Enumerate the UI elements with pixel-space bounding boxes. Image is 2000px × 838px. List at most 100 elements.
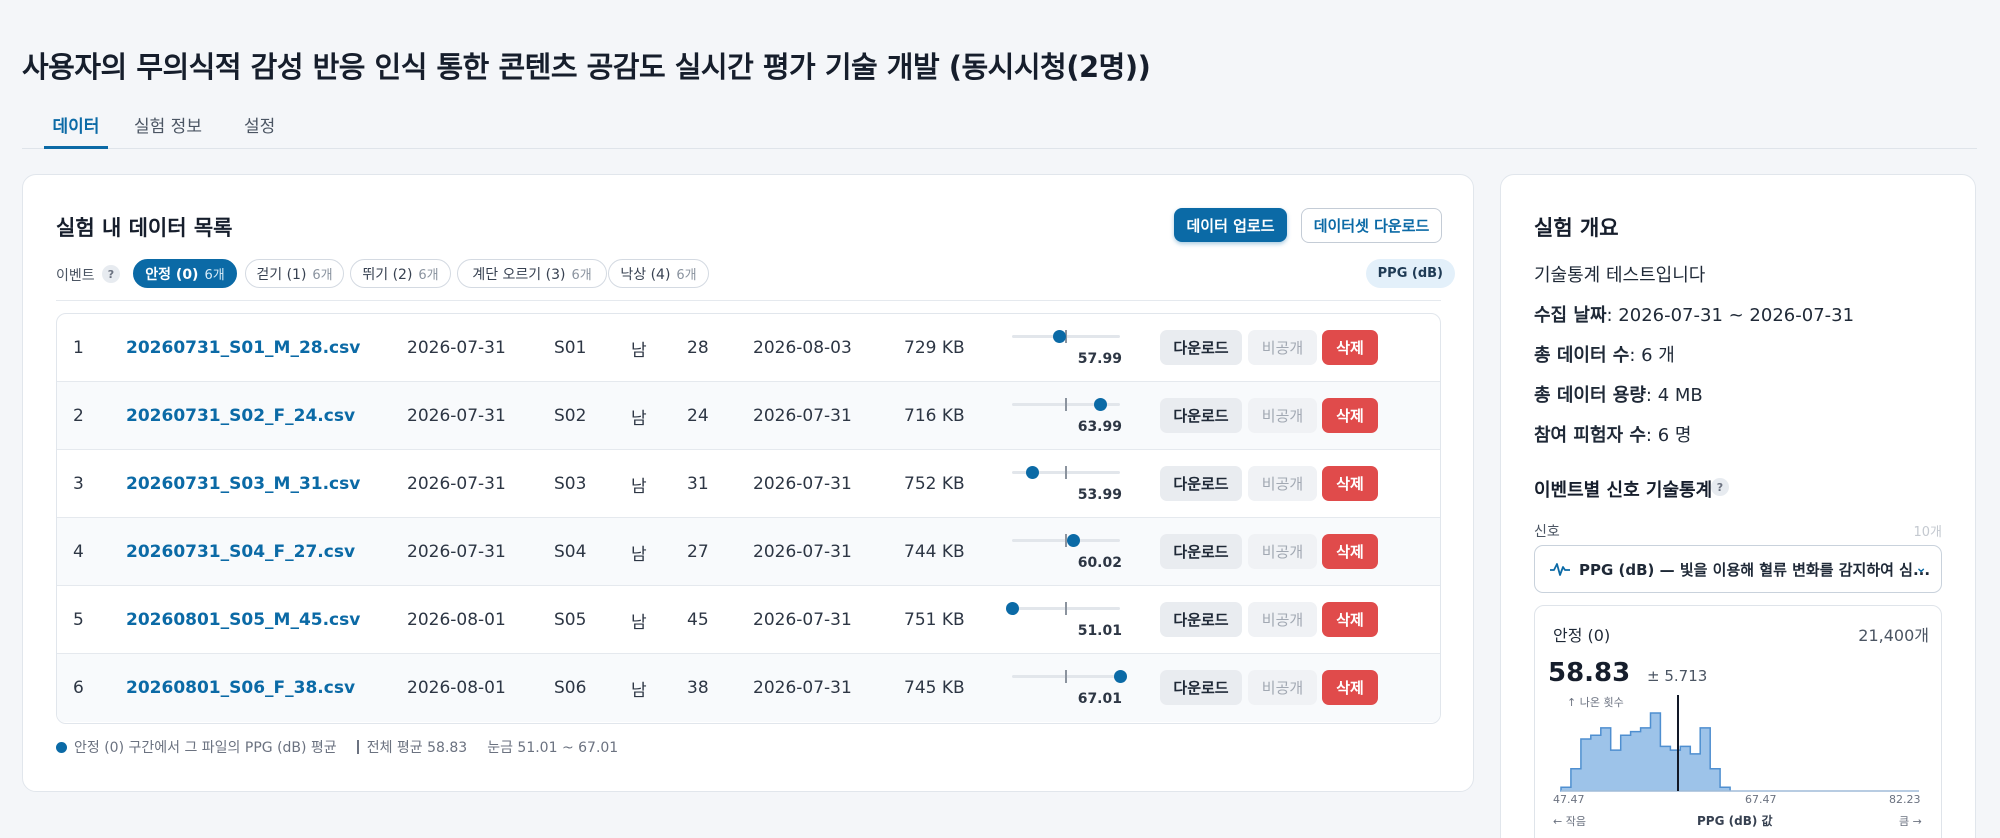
private-toggle-button[interactable]: 비공개 bbox=[1248, 398, 1317, 433]
signal-badge: PPG (dB) bbox=[1365, 259, 1455, 288]
delete-file-button[interactable]: 삭제 bbox=[1322, 670, 1378, 705]
upload-data-button[interactable]: 데이터 업로드 bbox=[1174, 208, 1287, 242]
mean-indicator: 60.02 bbox=[1012, 530, 1122, 576]
overview-field-subjects: 참여 피험자 수: 6 명 bbox=[1534, 421, 1691, 447]
help-icon[interactable]: ? bbox=[1711, 478, 1729, 496]
private-toggle-button[interactable]: 비공개 bbox=[1248, 330, 1317, 365]
file-name-link[interactable]: 20260731_S02_F_24.csv bbox=[126, 382, 355, 450]
signal-select[interactable]: PPG (dB) — 빛을 이용해 혈류 변화를 감지하여 심... ⌄ bbox=[1534, 545, 1942, 593]
file-mean-value: 60.02 bbox=[1077, 555, 1122, 571]
mean-indicator: 57.99 bbox=[1012, 326, 1122, 372]
download-file-button[interactable]: 다운로드 bbox=[1160, 398, 1242, 433]
download-file-button[interactable]: 다운로드 bbox=[1160, 670, 1242, 705]
event-chip-stairs[interactable]: 계단 오르기 (3) 6개 bbox=[457, 259, 607, 288]
event-chip-fall[interactable]: 낙상 (4) 6개 bbox=[608, 259, 709, 288]
file-name-link[interactable]: 20260801_S06_F_38.csv bbox=[126, 654, 355, 722]
page-title: 사용자의 무의식적 감성 반응 인식 통한 콘텐츠 공감도 실시간 평가 기술 … bbox=[22, 50, 1151, 84]
file-mean-dot bbox=[1006, 602, 1019, 615]
private-toggle-button[interactable]: 비공개 bbox=[1248, 466, 1317, 501]
histogram-x-mid: 67.47 bbox=[1745, 793, 1777, 806]
histogram-x-max: 82.23 bbox=[1889, 793, 1921, 806]
download-file-button[interactable]: 다운로드 bbox=[1160, 534, 1242, 569]
table-legend: 안정 (0) 구간에서 그 파일의 PPG (dB) 평균 전체 평균 58.8… bbox=[56, 737, 618, 757]
overview-description: 기술통계 테스트입니다 bbox=[1534, 265, 1706, 286]
mean-indicator: 53.99 bbox=[1012, 462, 1122, 508]
delete-file-button[interactable]: 삭제 bbox=[1322, 466, 1378, 501]
private-toggle-button[interactable]: 비공개 bbox=[1248, 670, 1317, 705]
subject-sex: 남 bbox=[631, 340, 647, 361]
row-index: 5 bbox=[73, 610, 84, 630]
delete-file-button[interactable]: 삭제 bbox=[1322, 602, 1378, 637]
collection-date: 2026-07-31 bbox=[407, 474, 506, 494]
file-mean-dot bbox=[1026, 466, 1039, 479]
tab-bar: 데이터 실험 정보 설정 bbox=[22, 106, 1977, 149]
file-size: 716 KB bbox=[904, 406, 965, 426]
mean-indicator: 63.99 bbox=[1012, 394, 1122, 440]
legend-dot-text: 안정 (0) 구간에서 그 파일의 PPG (dB) 평균 bbox=[74, 740, 337, 756]
help-icon[interactable]: ? bbox=[102, 265, 120, 283]
stat-event: 안정 (0) bbox=[1553, 626, 1611, 645]
table-row: 5 20260801_S05_M_45.csv 2026-08-01 S05 남 45 20… bbox=[57, 586, 1440, 654]
legend-mean-text: 전체 평균 58.83 bbox=[366, 740, 468, 756]
mean-indicator: 67.01 bbox=[1012, 666, 1127, 712]
collection-date: 2026-08-01 bbox=[407, 610, 506, 630]
tab-experiment-info[interactable]: 실험 정보 bbox=[134, 112, 202, 149]
histogram-x-title: PPG (dB) 값 bbox=[1697, 814, 1773, 828]
overall-mean-tick bbox=[1065, 602, 1067, 615]
signal-label: 신호 bbox=[1534, 524, 1560, 540]
subject-sex: 남 bbox=[631, 680, 647, 701]
file-name-link[interactable]: 20260731_S01_M_28.csv bbox=[126, 314, 360, 382]
field-label: 총 데이터 수 bbox=[1534, 345, 1630, 366]
legend-range-text: 눈금 51.01 ~ 67.01 bbox=[487, 740, 619, 756]
file-mean-value: 53.99 bbox=[1077, 487, 1122, 503]
download-file-button[interactable]: 다운로드 bbox=[1160, 602, 1242, 637]
pulse-icon bbox=[1550, 563, 1570, 576]
delete-file-button[interactable]: 삭제 bbox=[1322, 534, 1378, 569]
divider bbox=[56, 300, 1441, 301]
file-name-link[interactable]: 20260731_S03_M_31.csv bbox=[126, 450, 360, 518]
event-chip-label: 뛰기 (2) bbox=[362, 266, 413, 283]
download-file-button[interactable]: 다운로드 bbox=[1160, 330, 1242, 365]
table-row: 1 20260731_S01_M_28.csv 2026-07-31 S01 남 28 20… bbox=[57, 314, 1440, 382]
histogram-bars bbox=[1560, 712, 1919, 792]
file-name-link[interactable]: 20260801_S05_M_45.csv bbox=[126, 586, 360, 654]
file-name-link[interactable]: 20260731_S04_F_27.csv bbox=[126, 518, 355, 586]
collection-date: 2026-08-01 bbox=[407, 678, 506, 698]
download-file-button[interactable]: 다운로드 bbox=[1160, 466, 1242, 501]
stat-sd: ± 5.713 bbox=[1647, 667, 1708, 685]
delete-file-button[interactable]: 삭제 bbox=[1322, 398, 1378, 433]
stat-count: 21,400개 bbox=[1858, 626, 1929, 645]
subject-age: 31 bbox=[687, 474, 709, 494]
chevron-down-icon: ⌄ bbox=[1915, 560, 1927, 576]
event-chip-run[interactable]: 뛰기 (2) 6개 bbox=[350, 259, 451, 288]
stats-title: 이벤트별 신호 기술통계 bbox=[1534, 480, 1713, 501]
private-toggle-button[interactable]: 비공개 bbox=[1248, 602, 1317, 637]
overall-mean-tick bbox=[1065, 466, 1067, 479]
field-value: : 2026-07-31 ~ 2026-07-31 bbox=[1606, 305, 1855, 326]
field-value: : 6 명 bbox=[1645, 425, 1692, 446]
download-dataset-button[interactable]: 데이터셋 다운로드 bbox=[1301, 208, 1442, 243]
collection-date: 2026-07-31 bbox=[407, 406, 506, 426]
upload-date: 2026-07-31 bbox=[753, 610, 852, 630]
collection-date: 2026-07-31 bbox=[407, 338, 506, 358]
private-toggle-button[interactable]: 비공개 bbox=[1248, 534, 1317, 569]
delete-file-button[interactable]: 삭제 bbox=[1322, 330, 1378, 365]
subject-id: S02 bbox=[554, 406, 587, 426]
event-chip-walk[interactable]: 걷기 (1) 6개 bbox=[245, 259, 344, 288]
subject-id: S05 bbox=[554, 610, 587, 630]
row-index: 4 bbox=[73, 542, 84, 562]
tab-data[interactable]: 데이터 bbox=[44, 112, 108, 149]
signal-select-value: PPG (dB) — 빛을 이용해 혈류 변화를 감지하여 심... bbox=[1579, 560, 1931, 579]
overall-mean-tick bbox=[1065, 670, 1067, 683]
field-value: : 6 개 bbox=[1629, 345, 1675, 366]
overall-mean-tick bbox=[1065, 398, 1067, 411]
event-chip-count: 6개 bbox=[312, 268, 333, 283]
legend-mean-icon bbox=[356, 740, 359, 754]
subject-id: S06 bbox=[554, 678, 587, 698]
overview-field-date: 수집 날짜: 2026-07-31 ~ 2026-07-31 bbox=[1534, 301, 1854, 327]
tab-settings[interactable]: 설정 bbox=[244, 112, 275, 149]
upload-date: 2026-07-31 bbox=[753, 406, 852, 426]
event-chip-count: 6개 bbox=[418, 268, 439, 283]
event-chip-stable[interactable]: 안정 (0) 6개 bbox=[133, 259, 237, 288]
overview-title: 실험 개요 bbox=[1534, 216, 1619, 240]
